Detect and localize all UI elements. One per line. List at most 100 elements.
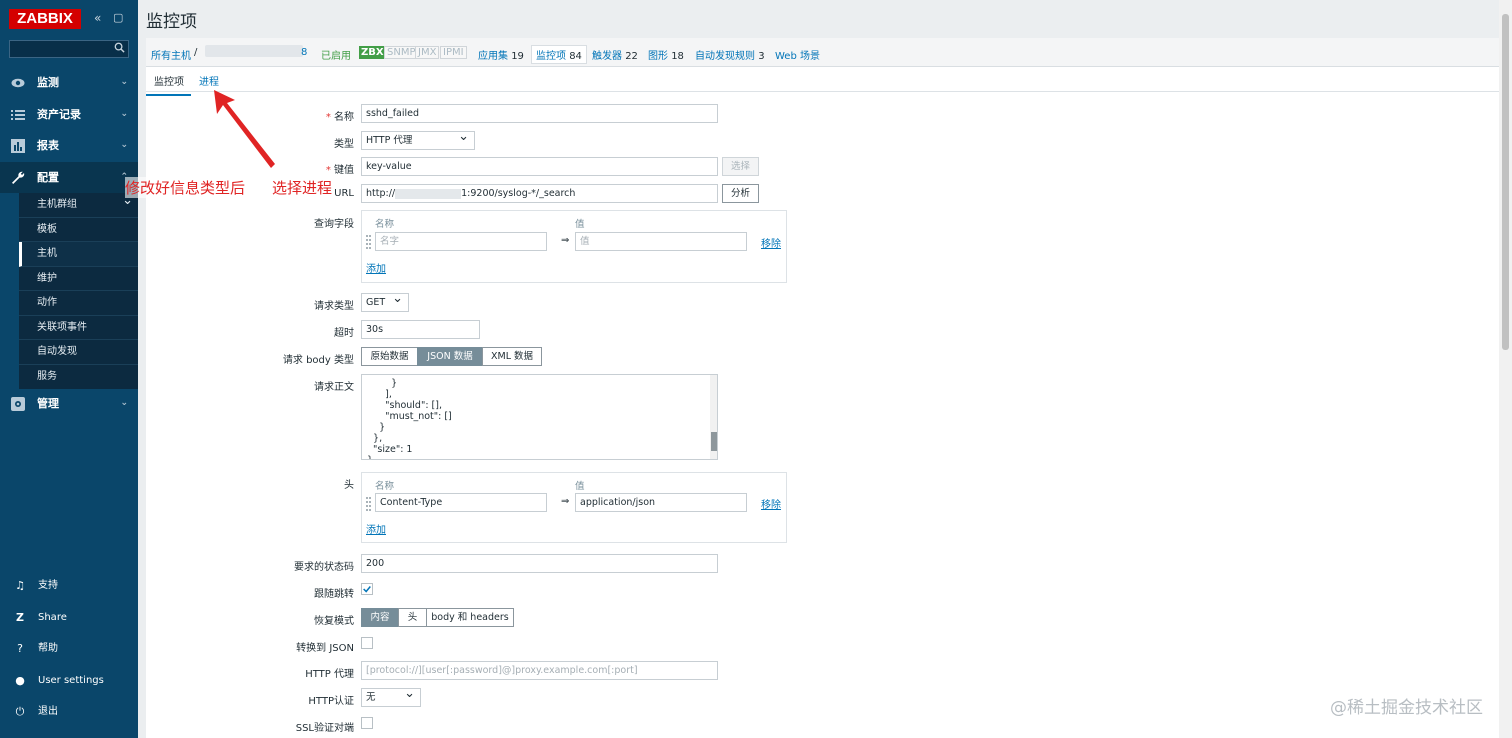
header-name-input[interactable]: Content-Type bbox=[375, 493, 547, 512]
items-tab[interactable]: 监控项 84 bbox=[531, 45, 587, 64]
host-breadcrumb-bar: 所有主机 / 8 已启用 ZBX SNMP JMX IPMI 应用集 19 监控… bbox=[146, 38, 1499, 67]
menu-monitoring[interactable]: 监测 ⌄ bbox=[0, 67, 138, 98]
help-icon: ? bbox=[17, 642, 23, 655]
tab-item[interactable]: 监控项 bbox=[146, 73, 191, 96]
share-link[interactable]: Z Share bbox=[0, 606, 138, 630]
discovery-link[interactable]: 自动发现规则 bbox=[695, 51, 755, 62]
collapse-icon[interactable]: « bbox=[94, 11, 101, 25]
request-method-select[interactable]: GET bbox=[361, 293, 409, 312]
menu-label: 资产记录 bbox=[37, 108, 81, 121]
tab-divider bbox=[146, 91, 1499, 92]
items-count: 84 bbox=[569, 51, 582, 62]
convert-json-checkbox[interactable] bbox=[361, 637, 373, 649]
ssl-verify-peer-checkbox[interactable] bbox=[361, 717, 373, 729]
textarea-scroll-thumb[interactable] bbox=[711, 432, 717, 451]
status-codes-input[interactable]: 200 bbox=[361, 554, 718, 573]
http-proxy-input[interactable]: [protocol://][user[:password]@]proxy.exa… bbox=[361, 661, 718, 680]
applications-link[interactable]: 应用集 bbox=[478, 51, 508, 62]
page-title: 监控项 bbox=[146, 12, 197, 32]
items-link[interactable]: 监控项 bbox=[536, 51, 566, 62]
timeout-input[interactable]: 30s bbox=[361, 320, 480, 339]
submenu-templates[interactable]: 模板 bbox=[19, 218, 138, 242]
body-type-json[interactable]: JSON 数据 bbox=[417, 347, 483, 366]
request-body-label: 请求正文 bbox=[314, 382, 354, 393]
retrieve-mode-both[interactable]: body 和 headers bbox=[426, 608, 514, 627]
annotation-text-1: 修改好信息类型后 bbox=[125, 177, 246, 198]
query-name-input[interactable]: 名字 bbox=[375, 232, 547, 251]
graphs-link[interactable]: 图形 bbox=[648, 51, 668, 62]
logout-link[interactable]: ⏻ 退出 bbox=[0, 700, 138, 724]
url-input[interactable]: http:// 1:9200/syslog-*/_search bbox=[361, 184, 718, 203]
tab-preprocessing[interactable]: 进程 bbox=[199, 73, 219, 88]
help-link[interactable]: ? 帮助 bbox=[0, 637, 138, 661]
chevron-down-icon: ⌄ bbox=[120, 77, 128, 87]
name-label-text: 名称 bbox=[334, 112, 354, 123]
page-scrollbar[interactable] bbox=[1499, 0, 1512, 738]
remove-header-link[interactable]: 移除 bbox=[761, 496, 781, 511]
chevron-down-icon: ⌄ bbox=[120, 398, 128, 408]
retrieve-mode-body[interactable]: 内容 bbox=[361, 608, 399, 627]
kiosk-icon[interactable]: ▢ bbox=[113, 11, 123, 24]
user-settings-link[interactable]: ● User settings bbox=[0, 669, 138, 693]
drag-handle-icon[interactable] bbox=[366, 497, 371, 511]
col-value-header: 值 bbox=[575, 219, 585, 230]
search-input[interactable] bbox=[9, 40, 129, 58]
retrieve-mode-headers[interactable]: 头 bbox=[398, 608, 427, 627]
key-input[interactable]: key-value bbox=[361, 157, 718, 176]
name-input[interactable]: sshd_failed bbox=[361, 104, 718, 123]
menu-inventory[interactable]: 资产记录 ⌄ bbox=[0, 99, 138, 130]
menu-reports[interactable]: 报表 ⌄ bbox=[0, 130, 138, 161]
submenu-services[interactable]: 服务 bbox=[19, 365, 138, 390]
share-icon: Z bbox=[16, 611, 24, 624]
host-status[interactable]: 已启用 bbox=[321, 47, 351, 62]
discovery-tab[interactable]: 自动发现规则 3 bbox=[695, 47, 765, 62]
select-button[interactable]: 选择 bbox=[722, 157, 759, 176]
config-submenu: 主机群组 模板 主机 维护 动作 关联项事件 自动发现 服务 bbox=[19, 193, 138, 389]
annotation-arrow bbox=[214, 90, 275, 168]
graphs-tab[interactable]: 图形 18 bbox=[648, 47, 684, 62]
submenu-host-groups[interactable]: 主机群组 bbox=[19, 193, 138, 218]
body-type-xml[interactable]: XML 数据 bbox=[482, 347, 542, 366]
submenu-discovery[interactable]: 自动发现 bbox=[19, 340, 138, 365]
body-type-raw[interactable]: 原始数据 bbox=[361, 347, 418, 366]
page-scroll-thumb[interactable] bbox=[1502, 14, 1509, 350]
remove-query-link[interactable]: 移除 bbox=[761, 235, 781, 250]
menu-configuration[interactable]: 配置 ⌃ bbox=[0, 162, 138, 193]
query-value-input[interactable]: 值 bbox=[575, 232, 747, 251]
web-scenarios-link[interactable]: Web 场景 bbox=[775, 47, 820, 62]
zabbix-logo[interactable]: ZABBIX bbox=[9, 9, 81, 29]
url-path: 1:9200/syslog-*/_search bbox=[461, 188, 576, 199]
logout-label: 退出 bbox=[38, 706, 58, 717]
menu-label: 配置 bbox=[37, 171, 59, 184]
all-hosts-link[interactable]: 所有主机 bbox=[151, 47, 191, 62]
add-header-link[interactable]: 添加 bbox=[366, 521, 386, 536]
chevron-down-icon: ⌄ bbox=[120, 109, 128, 119]
type-select[interactable]: HTTP 代理 bbox=[361, 131, 475, 150]
user-settings-label: User settings bbox=[38, 675, 104, 686]
headers-box: 名称 值 Content-Type ⇒ application/json 移除 … bbox=[361, 472, 787, 543]
power-icon: ⏻ bbox=[15, 705, 25, 718]
header-value-input[interactable]: application/json bbox=[575, 493, 747, 512]
submenu-actions[interactable]: 动作 bbox=[19, 291, 138, 316]
submenu-maintenance[interactable]: 维护 bbox=[19, 267, 138, 291]
jmx-availability-badge: JMX bbox=[415, 46, 440, 59]
support-link[interactable]: ♫ 支持 bbox=[0, 574, 138, 598]
graphs-count: 18 bbox=[671, 51, 684, 62]
submenu-correlation[interactable]: 关联项事件 bbox=[19, 316, 138, 340]
triggers-link[interactable]: 触发器 bbox=[592, 51, 622, 62]
follow-redirects-checkbox[interactable] bbox=[361, 583, 373, 595]
textarea-scrollbar[interactable] bbox=[710, 375, 717, 459]
menu-administration[interactable]: 管理 ⌄ bbox=[0, 388, 138, 419]
drag-handle-icon[interactable] bbox=[366, 235, 371, 249]
wrench-icon bbox=[12, 171, 25, 184]
search-icon[interactable] bbox=[114, 42, 125, 53]
triggers-tab[interactable]: 触发器 22 bbox=[592, 47, 638, 62]
add-query-link[interactable]: 添加 bbox=[366, 260, 386, 275]
parse-button[interactable]: 分析 bbox=[722, 184, 759, 203]
menu-label: 报表 bbox=[37, 139, 59, 152]
request-body-textarea[interactable]: } ], "should": [], "must_not": [] } }, "… bbox=[361, 374, 718, 460]
submenu-hosts[interactable]: 主机 bbox=[19, 242, 138, 267]
host-name-link[interactable]: 8 bbox=[301, 47, 307, 58]
applications-tab[interactable]: 应用集 19 bbox=[478, 47, 524, 62]
http-auth-select[interactable]: 无 bbox=[361, 688, 421, 707]
